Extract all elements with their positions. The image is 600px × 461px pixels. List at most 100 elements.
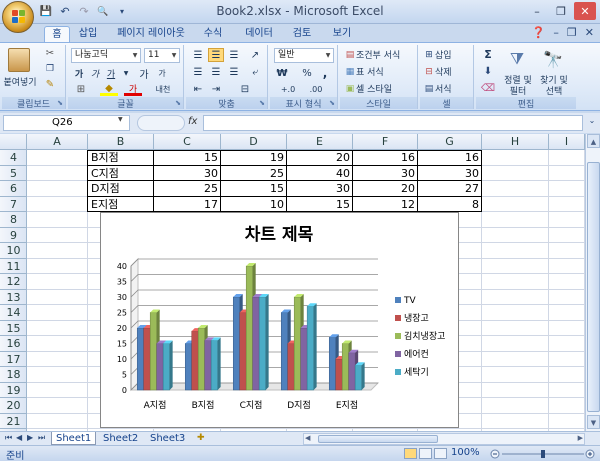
format-table-button[interactable]: 표 서식 — [356, 65, 416, 78]
cell-styles-icon[interactable]: ▣ — [344, 82, 356, 95]
table-cell[interactable]: 27 — [418, 181, 482, 196]
delete-cells-icon[interactable]: ⊟ — [423, 65, 435, 78]
align-left-icon[interactable]: ☰ — [190, 65, 206, 79]
chevron-down-icon[interactable]: ▼ — [118, 116, 123, 123]
scroll-down-icon[interactable]: ▼ — [587, 415, 600, 429]
table-cell[interactable]: 17 — [154, 197, 221, 212]
page-break-view-icon[interactable] — [434, 448, 447, 459]
increase-indent-icon[interactable]: ⇥ — [208, 82, 224, 96]
merge-center-icon[interactable]: ⊟ — [228, 82, 262, 96]
formula-input[interactable] — [203, 115, 583, 131]
next-sheet-icon[interactable]: ▶ — [27, 433, 33, 442]
column-header-e[interactable]: E — [287, 134, 353, 150]
horizontal-scrollbar[interactable]: ◀ ▶ — [303, 433, 585, 445]
chevron-down-icon[interactable]: ⌄ — [586, 116, 598, 130]
help-icon[interactable]: ❓ — [532, 26, 546, 39]
clear-icon[interactable]: ⌫ — [480, 82, 496, 95]
insert-function-button[interactable]: fx — [188, 116, 197, 127]
tab-data[interactable]: 데이터 — [241, 26, 277, 42]
table-cell[interactable]: 30 — [418, 166, 482, 181]
wrap-text-icon[interactable]: ⤶ — [246, 65, 264, 79]
column-header-d[interactable]: D — [221, 134, 287, 150]
row-header-5[interactable]: 5 — [0, 166, 27, 181]
name-box[interactable]: Q26 — [3, 115, 130, 131]
table-cell[interactable]: 40 — [287, 166, 353, 181]
doc-minimize-button[interactable]: – — [553, 26, 559, 39]
grow-font-button[interactable]: 가 — [136, 66, 152, 81]
row-header-14[interactable]: 14 — [0, 305, 27, 321]
chart-title[interactable]: 차트 제목 — [245, 225, 314, 245]
vertical-scrollbar[interactable]: ▲ ▼ — [585, 134, 600, 431]
row-header-16[interactable]: 16 — [0, 336, 27, 352]
font-launcher-icon[interactable]: ⬊ — [175, 99, 181, 107]
row-header-11[interactable]: 11 — [0, 259, 27, 274]
format-painter-icon[interactable]: ✎ — [42, 78, 58, 91]
sheet-tab-1[interactable]: Sheet1 — [51, 432, 97, 445]
phonetic-button[interactable]: 내천 — [152, 83, 174, 96]
number-format-box[interactable]: 일반 ▼ — [274, 48, 334, 63]
table-cell[interactable]: 19 — [221, 150, 287, 165]
increase-decimal-button[interactable]: +.0 — [276, 83, 300, 96]
column-header-a[interactable]: A — [27, 134, 88, 150]
table-cell[interactable]: 25 — [154, 181, 221, 196]
sheet-tab-3[interactable]: Sheet3 — [146, 432, 189, 445]
sort-filter-icon[interactable]: ⧩ — [504, 47, 530, 71]
row-header-18[interactable]: 18 — [0, 367, 27, 383]
row-header-8[interactable]: 8 — [0, 212, 27, 228]
first-sheet-icon[interactable]: ⏮ — [5, 433, 12, 443]
table-cell[interactable]: 20 — [353, 181, 418, 196]
column-header-g[interactable]: G — [418, 134, 482, 150]
find-select-icon[interactable]: 🔭 — [540, 47, 566, 71]
tab-formulas[interactable]: 수식 — [200, 26, 226, 42]
text-orientation-icon[interactable]: ↗ — [246, 48, 264, 62]
align-middle-icon[interactable]: ☰ — [208, 48, 224, 62]
row-header-19[interactable]: 19 — [0, 383, 27, 398]
zoom-thumb[interactable] — [541, 450, 545, 458]
table-cell[interactable]: 16 — [418, 150, 482, 165]
fill-icon[interactable]: ⬇ — [480, 65, 496, 78]
copy-icon[interactable]: ❐ — [42, 62, 58, 75]
chevron-down-icon[interactable]: ▼ — [130, 49, 140, 62]
chart-object[interactable]: 차트 제목 0 5 10 15 20 25 30 35 40 A지점 B지점 C지점 D지점 E지점 TV 냉… — [100, 212, 459, 428]
paste-icon[interactable] — [8, 48, 30, 72]
table-cell[interactable]: 15 — [221, 181, 287, 196]
conditional-format-icon[interactable]: ▤ — [344, 48, 356, 61]
hscroll-thumb[interactable] — [318, 435, 438, 443]
delete-cells-button[interactable]: 삭제 — [435, 65, 473, 78]
zoom-level[interactable]: 100% — [451, 447, 480, 458]
tab-home[interactable]: 홈 — [44, 26, 70, 42]
formula-expand-handle[interactable] — [137, 115, 185, 131]
select-all-corner[interactable] — [0, 134, 27, 150]
row-header-17[interactable]: 17 — [0, 352, 27, 367]
chevron-down-icon[interactable]: ▼ — [323, 49, 333, 62]
bold-button[interactable]: 가 — [72, 66, 86, 80]
last-sheet-icon[interactable]: ⏭ — [38, 433, 45, 443]
decrease-indent-icon[interactable]: ⇤ — [190, 82, 206, 96]
border-icon[interactable]: ⊞ — [72, 83, 90, 96]
number-launcher-icon[interactable]: ⬊ — [329, 99, 335, 107]
font-color-button[interactable]: 가 — [124, 83, 142, 96]
table-cell[interactable]: 30 — [353, 166, 418, 181]
find-select-button-2[interactable]: 선택 — [534, 85, 574, 97]
column-header-b[interactable]: B — [88, 134, 154, 150]
comma-button[interactable]: , — [318, 66, 332, 80]
column-header-h[interactable]: H — [482, 134, 549, 150]
format-table-icon[interactable]: ▦ — [344, 65, 356, 78]
table-cell-name[interactable]: B지점 — [88, 150, 154, 165]
restore-button[interactable]: ❐ — [550, 2, 572, 20]
font-size-box[interactable]: 11 ▼ — [144, 48, 180, 63]
tab-review[interactable]: 검토 — [289, 26, 315, 42]
row-header-4[interactable]: 4 — [0, 150, 27, 166]
percent-button[interactable]: % — [300, 66, 314, 80]
row-header-6[interactable]: 6 — [0, 181, 27, 197]
insert-sheet-icon[interactable]: ✚ — [193, 432, 209, 445]
chevron-down-icon[interactable]: ▼ — [122, 66, 130, 80]
column-header-c[interactable]: C — [154, 134, 221, 150]
row-header-21[interactable]: 21 — [0, 414, 27, 429]
row-header-7[interactable]: 7 — [0, 197, 27, 212]
tab-page-layout[interactable]: 페이지 레이아웃 — [112, 26, 190, 42]
close-button[interactable]: ✕ — [574, 2, 596, 20]
office-button[interactable] — [2, 1, 34, 33]
row-header-10[interactable]: 10 — [0, 243, 27, 259]
clipboard-launcher-icon[interactable]: ⬊ — [57, 99, 63, 107]
